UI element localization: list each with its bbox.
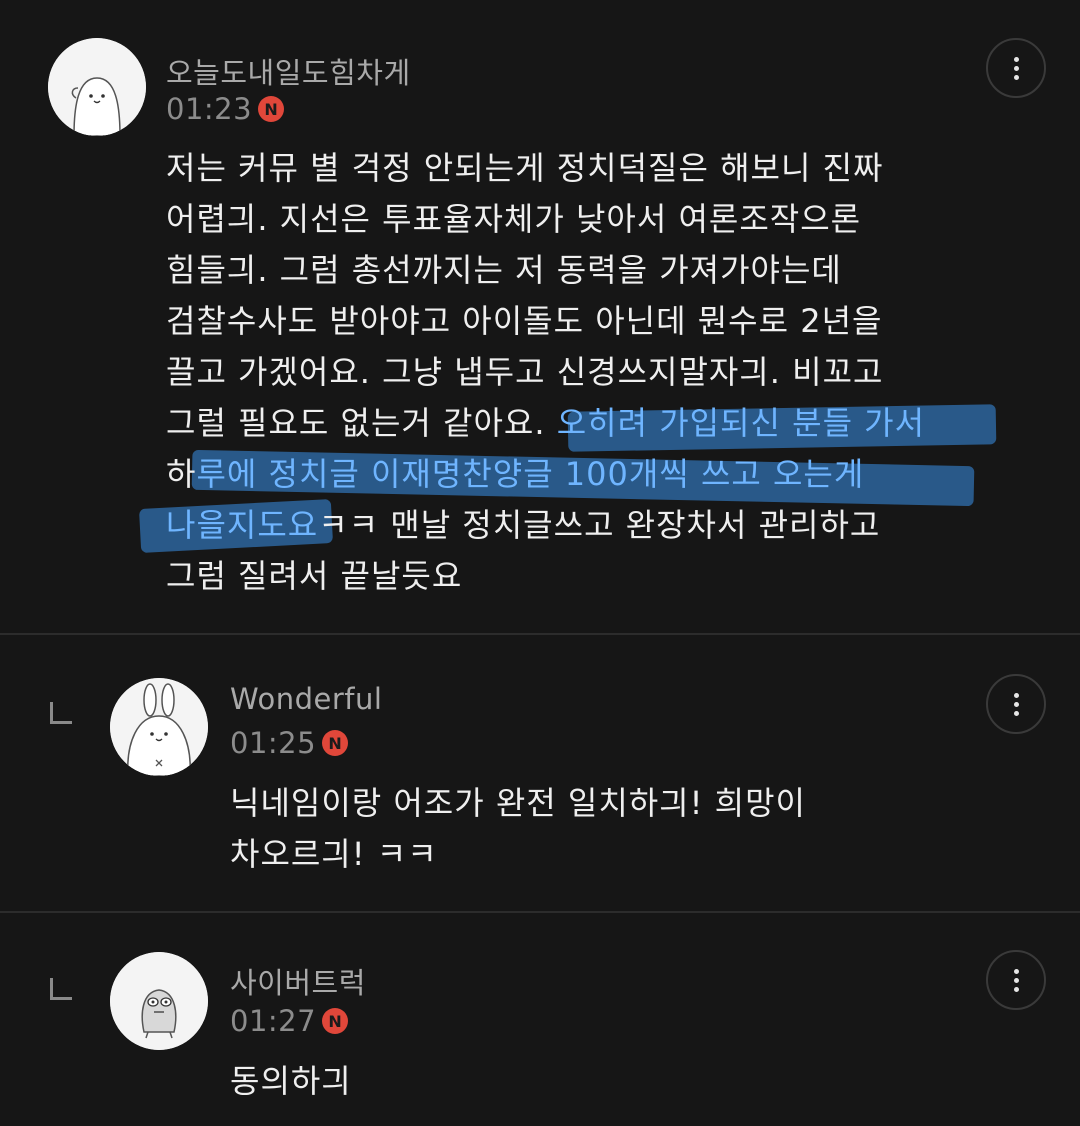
comment-body: 저는 커뮤 별 걱정 안되는게 정치덕질은 해보니 진짜 어렵긔. 지선은 투표… [166, 143, 925, 602]
comment-line: 동의하긔 [230, 1062, 352, 1100]
reply-arrow-icon [50, 978, 72, 1000]
timestamp: 01:23 [166, 92, 253, 126]
comment-line: 나을지도요ㅋㅋ 맨날 정치글쓰고 완장차서 관리하고 [166, 506, 881, 544]
avatar[interactable] [48, 38, 146, 136]
white-blob-character-icon [48, 38, 146, 136]
username[interactable]: 사이버트럭 [230, 960, 366, 1002]
more-options-button[interactable] [986, 674, 1046, 734]
comment-meta: 01:27 N [230, 1004, 349, 1038]
comment-line: 끌고 가겠어요. 그냥 냅두고 신경쓰지말자긔. 비꼬고 [166, 353, 884, 391]
reply-comment: 사이버트럭 01:27 N 동의하긔 [0, 912, 1080, 1126]
more-options-button[interactable] [986, 38, 1046, 98]
comment: 오늘도내일도힘차게 01:23 N 저는 커뮤 별 걱정 안되는게 정치덕질은 … [0, 0, 1080, 634]
new-badge: N [322, 730, 349, 756]
comment-line: 그럴 필요도 없는거 같아요. 오히려 가입되신 분들 가서 [166, 404, 926, 442]
reply-comment: Wonderful 01:25 N 닉네임이랑 어조가 완전 일치하긔! 희망이… [0, 634, 1080, 912]
new-badge: N [322, 1008, 349, 1034]
new-badge: N [258, 96, 285, 122]
comment-meta: 01:25 N [230, 726, 349, 760]
timestamp: 01:25 [230, 726, 317, 760]
comment-line: 닉네임이랑 어조가 완전 일치하긔! 희망이 [230, 784, 806, 822]
comment-line: 차오르긔! ㅋㅋ [230, 835, 438, 873]
comment-meta: 01:23 N [166, 92, 285, 126]
comment-line: 어렵긔. 지선은 투표율자체가 낮아서 여론조작으론 [166, 200, 862, 238]
highlighted-text: 루에 정치글 이재명찬양글 100개씩 쓰고 오는게 [196, 455, 865, 493]
comment-body: 동의하긔 [230, 1056, 352, 1107]
username[interactable]: Wonderful [230, 682, 382, 716]
more-icon [1013, 56, 1019, 62]
username[interactable]: 오늘도내일도힘차게 [166, 50, 411, 92]
avatar[interactable] [110, 678, 208, 776]
comment-line: 힘들긔. 그럼 총선까지는 저 동력을 가져가야는데 [166, 251, 842, 289]
comment-line: 그럼 질려서 끝날듯요 [166, 557, 463, 595]
highlighted-text: 나을지도요 [166, 506, 319, 544]
comment-line: 검찰수사도 받아야고 아이돌도 아닌데 뭔수로 2년을 [166, 302, 883, 340]
avatar[interactable] [110, 952, 208, 1050]
small-creature-character-icon [110, 952, 208, 1050]
white-rabbit-character-icon [110, 678, 208, 776]
more-icon [1013, 692, 1019, 698]
comment-line: 저는 커뮤 별 걱정 안되는게 정치덕질은 해보니 진짜 [166, 149, 884, 187]
reply-arrow-icon [50, 702, 72, 724]
more-options-button[interactable] [986, 950, 1046, 1010]
comment-body: 닉네임이랑 어조가 완전 일치하긔! 희망이 차오르긔! ㅋㅋ [230, 778, 806, 880]
highlighted-text: 오히려 가입되신 분들 가서 [556, 404, 926, 442]
timestamp: 01:27 [230, 1004, 317, 1038]
comment-line: 하루에 정치글 이재명찬양글 100개씩 쓰고 오는게 [166, 455, 865, 493]
more-icon [1013, 968, 1019, 974]
